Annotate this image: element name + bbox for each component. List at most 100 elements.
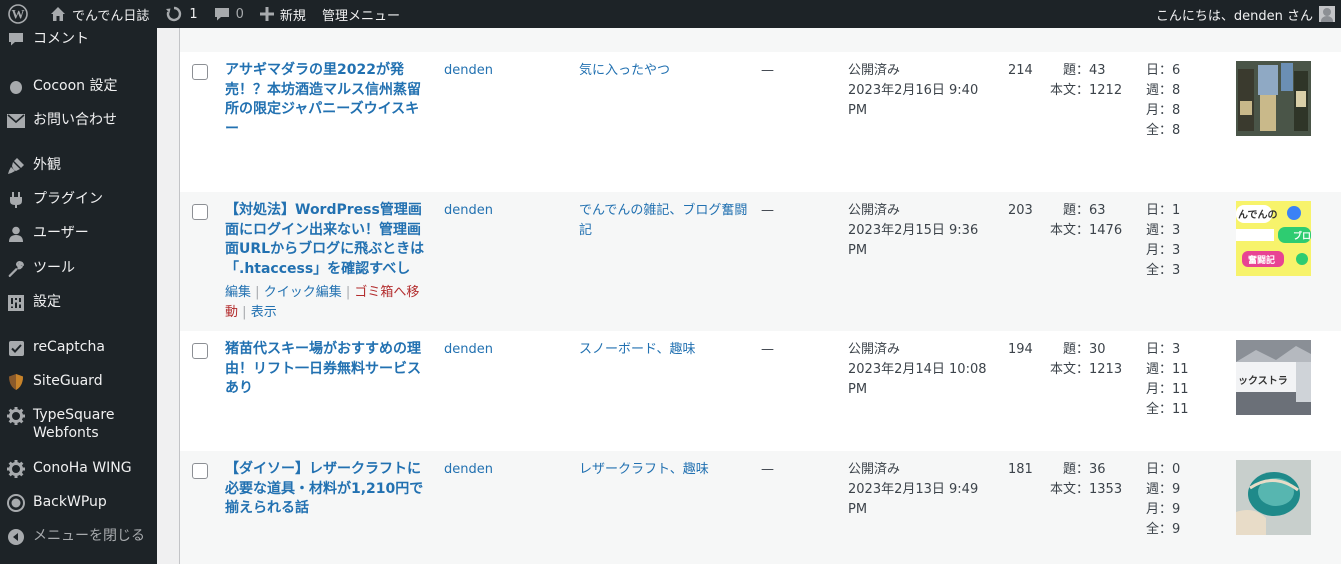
new-label: 新規 bbox=[279, 8, 306, 24]
sidebar-item-typesquare[interactable]: TypeSquare Webfonts bbox=[0, 406, 157, 442]
post-pv: 214 bbox=[1008, 63, 1033, 78]
post-title-link[interactable]: 【対処法】WordPress管理画面にログイン出来ない！管理画面URLからブログ… bbox=[225, 201, 425, 279]
sidebar-item-contact[interactable]: お問い合わせ bbox=[0, 111, 157, 131]
post-date: 2023年2月13日 9:49 PM bbox=[848, 482, 979, 517]
post-categories[interactable]: レザークラフト、趣味 bbox=[579, 460, 751, 480]
admin-sidebar: コメント Cocoon 設定 お問い合わせ 外観 プラグイン ユーザー ツール … bbox=[0, 28, 157, 564]
stat-day: 日：6 bbox=[1146, 63, 1181, 78]
sidebar-item-appearance[interactable]: 外観 bbox=[0, 156, 157, 176]
avatar bbox=[1319, 6, 1335, 22]
comments-link[interactable]: 0 bbox=[206, 0, 252, 28]
sidebar-item-backwpup[interactable]: BackWPup bbox=[0, 493, 157, 513]
post-title-link[interactable]: 猪苗代スキー場がおすすめの理由！リフト一日券無料サービスあり bbox=[225, 340, 425, 399]
wrench-icon bbox=[6, 259, 26, 279]
post-author[interactable]: denden bbox=[444, 460, 493, 480]
plugin-icon bbox=[6, 190, 26, 210]
sidebar-item-tools[interactable]: ツール bbox=[0, 259, 157, 279]
admin-menu-link[interactable]: 管理メニュー bbox=[314, 0, 408, 28]
wordpress-logo-button[interactable]: W bbox=[0, 0, 42, 28]
post-pv: 203 bbox=[1008, 203, 1033, 218]
table-row-top bbox=[180, 28, 1341, 52]
post-status: 公開済み bbox=[848, 342, 901, 357]
site-name-link[interactable]: でんでん日誌 bbox=[42, 0, 157, 28]
my-account[interactable]: こんにちは、denden さん bbox=[1156, 0, 1341, 28]
backwpup-icon bbox=[6, 493, 26, 513]
sidebar-item-plugins[interactable]: プラグイン bbox=[0, 190, 157, 210]
row-actions: 編集 | クイック編集 | ゴミ箱へ移動 | 表示 bbox=[225, 283, 425, 323]
admin-bar: W でんでん日誌 1 0 新規 管理メニュー こんにちは、denden さん bbox=[0, 0, 1341, 28]
sidebar-item-settings[interactable]: 設定 bbox=[0, 293, 157, 313]
post-title-link[interactable]: アサギマダラの里2022が発売！？本坊酒造マルス信州蒸留所の限定ジャパニーズウイ… bbox=[225, 61, 425, 139]
row-checkbox[interactable] bbox=[192, 64, 208, 80]
post-date: 2023年2月15日 9:36 PM bbox=[848, 223, 979, 258]
post-body-chars: 本文：1476 bbox=[1050, 223, 1123, 238]
row-checkbox[interactable] bbox=[192, 343, 208, 359]
post-categories[interactable]: でんでんの雑記、ブログ奮闘記 bbox=[579, 201, 751, 241]
sidebar-item-users[interactable]: ユーザー bbox=[0, 224, 157, 244]
stat-week: 週：8 bbox=[1146, 83, 1181, 98]
post-tags: — bbox=[761, 462, 774, 477]
post-author[interactable]: denden bbox=[444, 61, 493, 81]
home-icon bbox=[50, 6, 66, 22]
site-name: でんでん日誌 bbox=[72, 8, 150, 24]
post-categories[interactable]: 気に入ったやつ bbox=[579, 61, 751, 81]
thumbnail-whisky-image bbox=[1236, 61, 1311, 136]
post-thumbnail[interactable]: んでんの ブロ 奮闘記 bbox=[1236, 201, 1311, 276]
post-status: 公開済み bbox=[848, 63, 901, 78]
comments-count: 0 bbox=[235, 6, 244, 22]
stat-month: 月：9 bbox=[1146, 502, 1181, 517]
updates-link[interactable]: 1 bbox=[157, 0, 205, 28]
stat-month: 月：11 bbox=[1146, 382, 1189, 397]
svg-text:W: W bbox=[12, 7, 25, 22]
sidebar-item-siteguard[interactable]: SiteGuard bbox=[0, 372, 157, 392]
sidebar-item-recaptcha[interactable]: reCaptcha bbox=[0, 338, 157, 358]
row-checkbox[interactable] bbox=[192, 463, 208, 479]
posts-table: アサギマダラの里2022が発売！？本坊酒造マルス信州蒸留所の限定ジャパニーズウイ… bbox=[179, 28, 1341, 564]
plus-icon bbox=[259, 7, 274, 21]
thumbnail-blog-banner-image: んでんの ブロ 奮闘記 bbox=[1236, 201, 1311, 276]
appearance-icon bbox=[6, 156, 26, 176]
post-thumbnail[interactable] bbox=[1236, 61, 1311, 136]
stat-total: 全：9 bbox=[1146, 522, 1181, 537]
sidebar-item-comments[interactable]: コメント bbox=[0, 30, 157, 50]
post-author[interactable]: denden bbox=[444, 201, 493, 221]
mail-icon bbox=[6, 111, 26, 131]
quick-edit-link[interactable]: クイック編集 bbox=[264, 285, 342, 300]
svg-text:奮闘記: 奮闘記 bbox=[1247, 254, 1275, 266]
stat-week: 週：3 bbox=[1146, 223, 1181, 238]
gear-icon bbox=[6, 406, 26, 426]
user-icon bbox=[6, 224, 26, 244]
stat-week: 週：9 bbox=[1146, 482, 1181, 497]
post-tags: — bbox=[761, 342, 774, 357]
view-link[interactable]: 表示 bbox=[251, 305, 277, 320]
thumbnail-ski-resort-image: ックストラ bbox=[1236, 340, 1311, 415]
post-thumbnail[interactable]: ックストラ bbox=[1236, 340, 1311, 415]
separator: | bbox=[242, 305, 247, 320]
new-content-link[interactable]: 新規 bbox=[252, 0, 314, 28]
separator: | bbox=[255, 285, 260, 300]
post-author[interactable]: denden bbox=[444, 340, 493, 360]
post-pv: 194 bbox=[1008, 342, 1033, 357]
sidebar-item-cocoon[interactable]: Cocoon 設定 bbox=[0, 77, 157, 97]
post-title-chars: 題：30 bbox=[1063, 342, 1106, 357]
post-thumbnail[interactable] bbox=[1236, 460, 1311, 535]
post-title-link[interactable]: 【ダイソー】レザークラフトに必要な道具・材料が1,210円で揃えられる話 bbox=[225, 460, 425, 519]
post-categories[interactable]: スノーボード、趣味 bbox=[579, 340, 751, 360]
row-checkbox[interactable] bbox=[192, 204, 208, 220]
greeting: こんにちは、denden さん bbox=[1155, 8, 1313, 24]
post-date: 2023年2月14日 10:08 PM bbox=[848, 362, 987, 397]
post-body-chars: 本文：1212 bbox=[1050, 83, 1123, 98]
post-status: 公開済み bbox=[848, 203, 901, 218]
wordpress-logo-icon: W bbox=[8, 4, 28, 24]
table-row: 【対処法】WordPress管理画面にログイン出来ない！管理画面URLからブログ… bbox=[180, 192, 1341, 331]
stat-week: 週：11 bbox=[1146, 362, 1189, 377]
updates-count: 1 bbox=[189, 6, 198, 22]
main-content: アサギマダラの里2022が発売！？本坊酒造マルス信州蒸留所の限定ジャパニーズウイ… bbox=[157, 28, 1341, 564]
stat-total: 全：11 bbox=[1146, 402, 1189, 417]
edit-link[interactable]: 編集 bbox=[225, 285, 251, 300]
siteguard-icon bbox=[6, 372, 26, 392]
sidebar-item-conoha-wing[interactable]: ConoHa WING bbox=[0, 459, 157, 479]
comment-bubble-icon bbox=[214, 6, 230, 22]
collapse-menu-button[interactable]: メニューを閉じる bbox=[0, 527, 157, 547]
post-title-chars: 題：63 bbox=[1063, 203, 1106, 218]
